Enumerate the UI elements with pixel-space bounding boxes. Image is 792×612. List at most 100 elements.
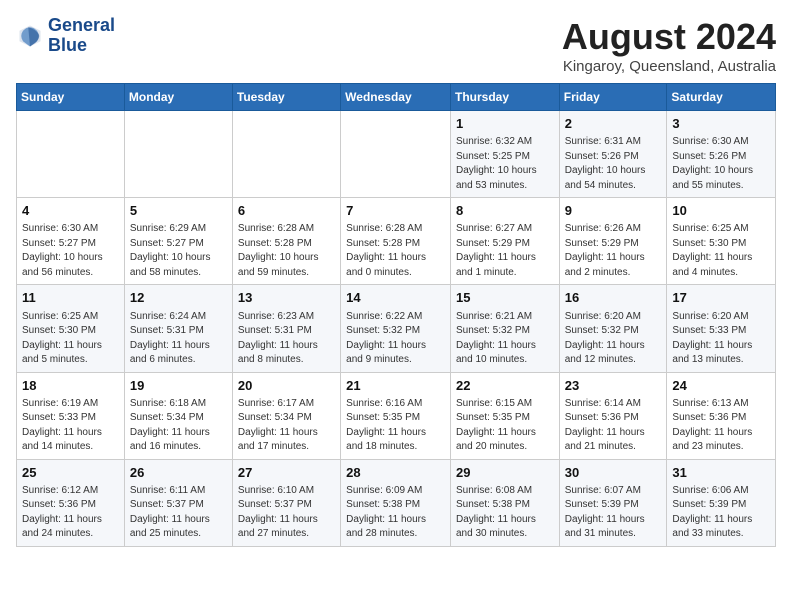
day-number: 28	[346, 464, 445, 482]
day-info: Sunrise: 6:20 AM Sunset: 5:33 PM Dayligh…	[672, 310, 770, 368]
day-number: 14	[346, 289, 445, 307]
col-thursday: Thursday	[450, 84, 559, 111]
month-year: August 2024	[562, 16, 776, 58]
calendar-week-1: 1 Sunrise: 6:32 AM Sunset: 5:25 PM Daylig…	[17, 111, 776, 198]
day-number: 30	[565, 464, 662, 482]
calendar-cell: 18 Sunrise: 6:19 AM Sunset: 5:33 PM Dayli…	[17, 372, 125, 459]
day-info: Sunrise: 6:10 AM Sunset: 5:37 PM Dayligh…	[238, 484, 335, 542]
col-monday: Monday	[124, 84, 232, 111]
day-number: 13	[238, 289, 335, 307]
title-section: August 2024 Kingaroy, Queensland, Austra…	[562, 16, 776, 75]
day-number: 12	[130, 289, 227, 307]
day-info: Sunrise: 6:16 AM Sunset: 5:35 PM Dayligh…	[346, 397, 445, 455]
day-info: Sunrise: 6:27 AM Sunset: 5:29 PM Dayligh…	[456, 222, 554, 280]
day-number: 3	[672, 115, 770, 133]
day-info: Sunrise: 6:19 AM Sunset: 5:33 PM Dayligh…	[22, 397, 119, 455]
day-info: Sunrise: 6:13 AM Sunset: 5:36 PM Dayligh…	[672, 397, 770, 455]
day-number: 22	[456, 377, 554, 395]
calendar-cell: 23 Sunrise: 6:14 AM Sunset: 5:36 PM Dayli…	[559, 372, 667, 459]
day-number: 15	[456, 289, 554, 307]
calendar-cell	[341, 111, 451, 198]
calendar-cell: 12 Sunrise: 6:24 AM Sunset: 5:31 PM Dayli…	[124, 285, 232, 372]
calendar-cell: 26Sunrise: 6:11 AM Sunset: 5:37 PM Dayli…	[124, 459, 232, 546]
calendar-cell: 8 Sunrise: 6:27 AM Sunset: 5:29 PM Daylig…	[450, 198, 559, 285]
location: Kingaroy, Queensland, Australia	[562, 58, 776, 75]
day-info: Sunrise: 6:26 AM Sunset: 5:29 PM Dayligh…	[565, 222, 662, 280]
day-info: Sunrise: 6:15 AM Sunset: 5:35 PM Dayligh…	[456, 397, 554, 455]
day-info: Sunrise: 6:30 AM Sunset: 5:26 PM Dayligh…	[672, 135, 770, 193]
day-info: Sunrise: 6:22 AM Sunset: 5:32 PM Dayligh…	[346, 310, 445, 368]
day-number: 18	[22, 377, 119, 395]
calendar-cell: 19Sunrise: 6:18 AM Sunset: 5:34 PM Dayli…	[124, 372, 232, 459]
day-number: 23	[565, 377, 662, 395]
calendar-table: Sunday Monday Tuesday Wednesday Thursday…	[16, 83, 776, 547]
header-row: Sunday Monday Tuesday Wednesday Thursday…	[17, 84, 776, 111]
calendar-cell: 27Sunrise: 6:10 AM Sunset: 5:37 PM Dayli…	[232, 459, 340, 546]
page-header: General Blue August 2024 Kingaroy, Queen…	[16, 16, 776, 75]
calendar-cell: 25Sunrise: 6:12 AM Sunset: 5:36 PM Dayli…	[17, 459, 125, 546]
day-number: 2	[565, 115, 662, 133]
day-info: Sunrise: 6:30 AM Sunset: 5:27 PM Dayligh…	[22, 222, 119, 280]
calendar-cell: 16Sunrise: 6:20 AM Sunset: 5:32 PM Dayli…	[559, 285, 667, 372]
calendar-cell	[124, 111, 232, 198]
day-number: 24	[672, 377, 770, 395]
day-number: 21	[346, 377, 445, 395]
day-info: Sunrise: 6:07 AM Sunset: 5:39 PM Dayligh…	[565, 484, 662, 542]
day-number: 9	[565, 202, 662, 220]
col-wednesday: Wednesday	[341, 84, 451, 111]
calendar-cell: 31 Sunrise: 6:06 AM Sunset: 5:39 PM Dayli…	[667, 459, 776, 546]
day-info: Sunrise: 6:28 AM Sunset: 5:28 PM Dayligh…	[238, 222, 335, 280]
calendar-cell: 3 Sunrise: 6:30 AM Sunset: 5:26 PM Daylig…	[667, 111, 776, 198]
logo: General Blue	[16, 16, 115, 56]
day-info: Sunrise: 6:21 AM Sunset: 5:32 PM Dayligh…	[456, 310, 554, 368]
logo-text: General Blue	[48, 16, 115, 56]
logo-icon	[16, 22, 44, 50]
calendar-cell: 1 Sunrise: 6:32 AM Sunset: 5:25 PM Daylig…	[450, 111, 559, 198]
logo-line1: General	[48, 16, 115, 36]
day-number: 6	[238, 202, 335, 220]
day-number: 4	[22, 202, 119, 220]
day-info: Sunrise: 6:32 AM Sunset: 5:25 PM Dayligh…	[456, 135, 554, 193]
calendar-cell: 15 Sunrise: 6:21 AM Sunset: 5:32 PM Dayli…	[450, 285, 559, 372]
calendar-cell: 7Sunrise: 6:28 AM Sunset: 5:28 PM Daylig…	[341, 198, 451, 285]
day-info: Sunrise: 6:20 AM Sunset: 5:32 PM Dayligh…	[565, 310, 662, 368]
calendar-cell: 28 Sunrise: 6:09 AM Sunset: 5:38 PM Dayli…	[341, 459, 451, 546]
day-number: 20	[238, 377, 335, 395]
calendar-week-2: 4 Sunrise: 6:30 AM Sunset: 5:27 PM Daylig…	[17, 198, 776, 285]
calendar-week-4: 18 Sunrise: 6:19 AM Sunset: 5:33 PM Dayli…	[17, 372, 776, 459]
day-number: 1	[456, 115, 554, 133]
day-info: Sunrise: 6:08 AM Sunset: 5:38 PM Dayligh…	[456, 484, 554, 542]
calendar-cell: 14 Sunrise: 6:22 AM Sunset: 5:32 PM Dayli…	[341, 285, 451, 372]
col-friday: Friday	[559, 84, 667, 111]
col-saturday: Saturday	[667, 84, 776, 111]
day-info: Sunrise: 6:12 AM Sunset: 5:36 PM Dayligh…	[22, 484, 119, 542]
calendar-cell: 9 Sunrise: 6:26 AM Sunset: 5:29 PM Daylig…	[559, 198, 667, 285]
day-info: Sunrise: 6:31 AM Sunset: 5:26 PM Dayligh…	[565, 135, 662, 193]
day-number: 5	[130, 202, 227, 220]
calendar-cell	[17, 111, 125, 198]
calendar-cell	[232, 111, 340, 198]
calendar-cell: 4 Sunrise: 6:30 AM Sunset: 5:27 PM Daylig…	[17, 198, 125, 285]
day-info: Sunrise: 6:25 AM Sunset: 5:30 PM Dayligh…	[672, 222, 770, 280]
day-number: 29	[456, 464, 554, 482]
calendar-cell: 13Sunrise: 6:23 AM Sunset: 5:31 PM Dayli…	[232, 285, 340, 372]
day-number: 19	[130, 377, 227, 395]
day-number: 17	[672, 289, 770, 307]
calendar-header: Sunday Monday Tuesday Wednesday Thursday…	[17, 84, 776, 111]
calendar-week-5: 25Sunrise: 6:12 AM Sunset: 5:36 PM Dayli…	[17, 459, 776, 546]
col-sunday: Sunday	[17, 84, 125, 111]
calendar-cell: 6 Sunrise: 6:28 AM Sunset: 5:28 PM Daylig…	[232, 198, 340, 285]
calendar-cell: 30 Sunrise: 6:07 AM Sunset: 5:39 PM Dayli…	[559, 459, 667, 546]
day-info: Sunrise: 6:24 AM Sunset: 5:31 PM Dayligh…	[130, 310, 227, 368]
day-info: Sunrise: 6:06 AM Sunset: 5:39 PM Dayligh…	[672, 484, 770, 542]
day-info: Sunrise: 6:09 AM Sunset: 5:38 PM Dayligh…	[346, 484, 445, 542]
calendar-cell: 11Sunrise: 6:25 AM Sunset: 5:30 PM Dayli…	[17, 285, 125, 372]
day-number: 10	[672, 202, 770, 220]
logo-line2: Blue	[48, 36, 115, 56]
day-info: Sunrise: 6:14 AM Sunset: 5:36 PM Dayligh…	[565, 397, 662, 455]
calendar-cell: 21 Sunrise: 6:16 AM Sunset: 5:35 PM Dayli…	[341, 372, 451, 459]
day-info: Sunrise: 6:11 AM Sunset: 5:37 PM Dayligh…	[130, 484, 227, 542]
day-number: 8	[456, 202, 554, 220]
day-number: 31	[672, 464, 770, 482]
calendar-cell: 5Sunrise: 6:29 AM Sunset: 5:27 PM Daylig…	[124, 198, 232, 285]
